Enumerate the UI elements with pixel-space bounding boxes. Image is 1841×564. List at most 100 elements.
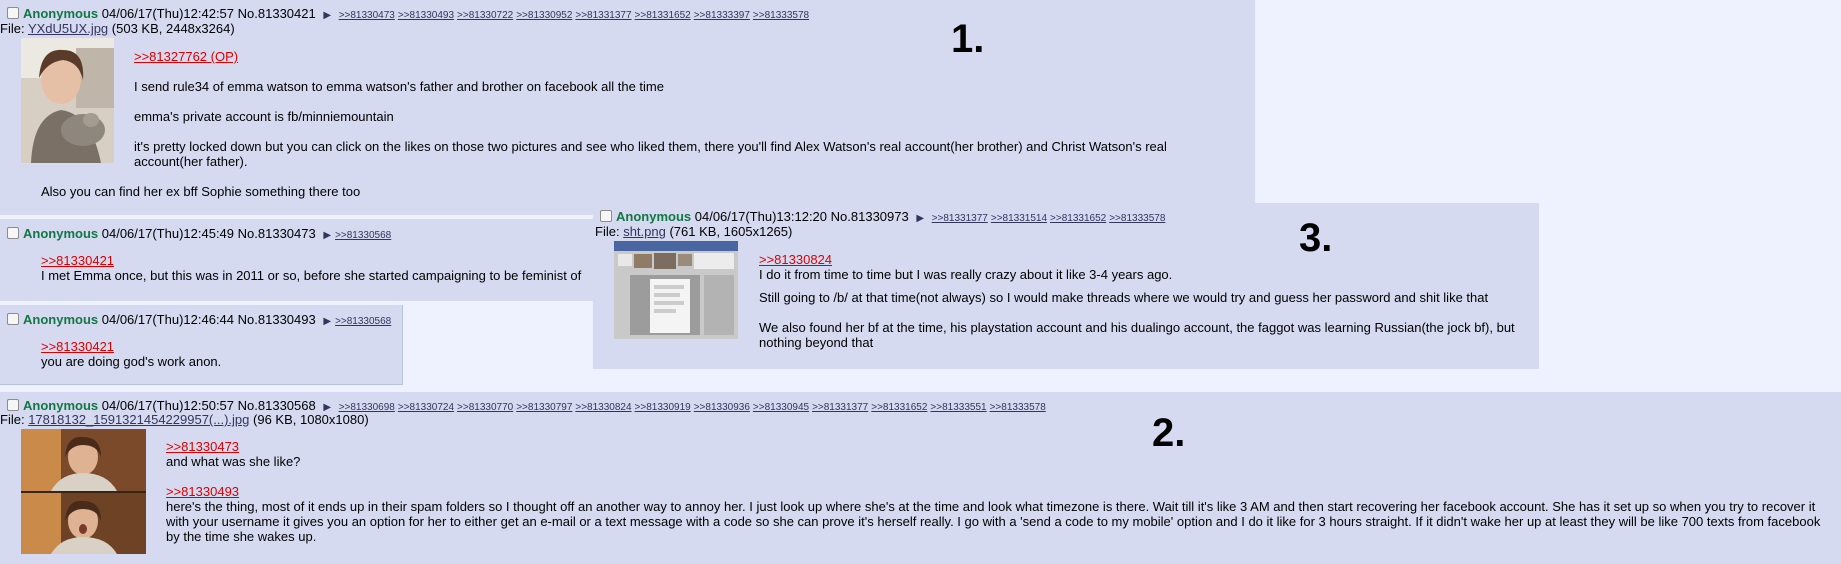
quote-link[interactable]: >>81330493 xyxy=(166,484,239,499)
post-81330473: Anonymous 04/06/17(Thu)12:45:49 No.81330… xyxy=(0,219,595,301)
post-message: >>81330473 and what was she like? >>8133… xyxy=(166,439,1831,544)
backlink[interactable]: >>81330936 xyxy=(694,402,750,413)
backlink[interactable]: >>81331652 xyxy=(1050,213,1106,224)
backlink[interactable]: >>81333397 xyxy=(694,10,750,21)
backlink[interactable]: >>81331514 xyxy=(991,213,1047,224)
backlink[interactable]: >>81331652 xyxy=(635,10,691,21)
post-thumbnail-image[interactable] xyxy=(614,241,738,339)
backlink[interactable]: >>81330568 xyxy=(335,230,391,241)
message-line: you are doing god's work anon. xyxy=(41,354,222,369)
file-label: File: xyxy=(0,412,25,427)
annotation-3: 3. xyxy=(1299,216,1333,260)
file-info: File: YXdU5UX.jpg (503 KB, 2448x3264) xyxy=(0,21,235,36)
message-line: I met Emma once, but this was in 2011 or… xyxy=(41,268,582,283)
poster-name: Anonymous xyxy=(23,398,99,413)
message-line: it's pretty locked down but you can clic… xyxy=(134,139,1167,169)
post-81330493: Anonymous 04/06/17(Thu)12:46:44 No.81330… xyxy=(0,305,403,385)
poster-name: Anonymous xyxy=(23,6,99,21)
menu-arrow-icon[interactable]: ▶ xyxy=(323,316,331,327)
file-meta: (96 KB, 1080x1080) xyxy=(253,412,369,427)
backlink[interactable]: >>81330919 xyxy=(635,402,691,413)
file-info: File: sht.png (761 KB, 1605x1265) xyxy=(595,224,792,239)
backlink[interactable]: >>81331377 xyxy=(812,402,868,413)
menu-arrow-icon[interactable]: ▶ xyxy=(323,230,331,241)
post-message: >>81330421 you are doing god's work anon… xyxy=(41,339,221,369)
backlink[interactable]: >>81330724 xyxy=(398,402,454,413)
select-checkbox[interactable] xyxy=(7,399,19,411)
select-checkbox[interactable] xyxy=(7,7,19,19)
backlinks: >>81330568 xyxy=(335,226,394,241)
backlinks: >>81330473 >>81330493 >>81330722 >>81330952… xyxy=(335,6,812,21)
post-81330973: Anonymous 04/06/17(Thu)13:12:20 No.81330… xyxy=(593,203,1539,369)
backlinks: >>81330568 xyxy=(335,312,394,327)
quote-link[interactable]: >>81330421 xyxy=(41,339,114,354)
backlink[interactable]: >>81330568 xyxy=(335,316,391,327)
backlink[interactable]: >>81333578 xyxy=(990,402,1046,413)
message-line: I do it from time to time but I was real… xyxy=(759,267,1173,282)
message-line: and what was she like? xyxy=(166,454,301,469)
backlink[interactable]: >>81331652 xyxy=(871,402,927,413)
backlink[interactable]: >>81331377 xyxy=(932,213,988,224)
backlink[interactable]: >>81330722 xyxy=(457,10,513,21)
menu-arrow-icon[interactable]: ▶ xyxy=(323,10,331,21)
post-message-footer: Also you can find her ex bff Sophie some… xyxy=(41,184,361,199)
file-label: File: xyxy=(0,21,25,36)
annotation-1: 1. xyxy=(951,17,985,61)
backlink[interactable]: >>81333578 xyxy=(753,10,809,21)
post-message: >>81330421 I met Emma once, but this was… xyxy=(41,253,601,283)
quote-link[interactable]: >>81330421 xyxy=(41,253,114,268)
backlink[interactable]: >>81330945 xyxy=(753,402,809,413)
post-message: >>81330824 I do it from time to time but… xyxy=(759,252,1529,350)
menu-arrow-icon[interactable]: ▶ xyxy=(916,213,924,224)
backlink[interactable]: >>81333551 xyxy=(930,402,986,413)
quote-link[interactable]: >>81330824 xyxy=(759,252,832,267)
file-link[interactable]: 17818132_1591321454229957(...).jpg xyxy=(28,412,249,427)
poster-name: Anonymous xyxy=(23,226,99,241)
backlink[interactable]: >>81333578 xyxy=(1109,213,1165,224)
post-datetime: 04/06/17(Thu)12:45:49 xyxy=(101,226,235,241)
backlink[interactable]: >>81330824 xyxy=(575,402,631,413)
message-line: Still going to /b/ at that time(not alwa… xyxy=(759,290,1489,305)
backlink[interactable]: >>81331377 xyxy=(575,10,631,21)
post-number[interactable]: No.81330473 xyxy=(238,226,316,241)
message-line: here's the thing, most of it ends up in … xyxy=(166,499,1821,544)
annotation-2: 2. xyxy=(1152,411,1186,455)
backlink[interactable]: >>81330797 xyxy=(516,402,572,413)
post-number[interactable]: No.81330568 xyxy=(238,398,316,413)
post-number[interactable]: No.81330973 xyxy=(831,209,909,224)
post-thumbnail-image[interactable] xyxy=(21,429,146,554)
post-info: Anonymous 04/06/17(Thu)12:45:49 No.81330… xyxy=(7,226,394,243)
file-info: File: 17818132_1591321454229957(...).jpg… xyxy=(0,412,369,427)
post-81330421: Anonymous 04/06/17(Thu)12:42:57 No.81330… xyxy=(0,0,1255,215)
post-datetime: 04/06/17(Thu)12:42:57 xyxy=(101,6,235,21)
select-checkbox[interactable] xyxy=(7,227,19,239)
message-line: I send rule34 of emma watson to emma wat… xyxy=(134,79,664,94)
poster-name: Anonymous xyxy=(616,209,692,224)
file-meta: (503 KB, 2448x3264) xyxy=(111,21,235,36)
message-line: emma's private account is fb/minniemount… xyxy=(134,109,394,124)
file-label: File: xyxy=(595,224,620,239)
post-81330568: Anonymous 04/06/17(Thu)12:50:57 No.81330… xyxy=(0,392,1841,564)
post-datetime: 04/06/17(Thu)13:12:20 xyxy=(694,209,828,224)
quote-link[interactable]: >>81330473 xyxy=(166,439,239,454)
post-number[interactable]: No.81330421 xyxy=(238,6,316,21)
quote-link[interactable]: >>81327762 (OP) xyxy=(134,49,238,64)
post-datetime: 04/06/17(Thu)12:50:57 xyxy=(101,398,235,413)
post-info: Anonymous 04/06/17(Thu)12:46:44 No.81330… xyxy=(7,312,394,329)
poster-name: Anonymous xyxy=(23,312,99,327)
select-checkbox[interactable] xyxy=(600,210,612,222)
select-checkbox[interactable] xyxy=(7,313,19,325)
post-number[interactable]: No.81330493 xyxy=(238,312,316,327)
backlink[interactable]: >>81330770 xyxy=(457,402,513,413)
backlink[interactable]: >>81330473 xyxy=(339,10,395,21)
file-link[interactable]: sht.png xyxy=(623,224,666,239)
post-datetime: 04/06/17(Thu)12:46:44 xyxy=(101,312,235,327)
post-message: >>81327762 (OP) I send rule34 of emma wa… xyxy=(134,49,1194,169)
backlink[interactable]: >>81330952 xyxy=(516,10,572,21)
backlink[interactable]: >>81330493 xyxy=(398,10,454,21)
file-link[interactable]: YXdU5UX.jpg xyxy=(28,21,108,36)
file-meta: (761 KB, 1605x1265) xyxy=(669,224,793,239)
backlinks: >>81330698 >>81330724 >>81330770 >>81330797… xyxy=(335,398,1049,413)
post-thumbnail-image[interactable] xyxy=(21,38,114,163)
message-line: We also found her bf at the time, his pl… xyxy=(759,320,1515,350)
